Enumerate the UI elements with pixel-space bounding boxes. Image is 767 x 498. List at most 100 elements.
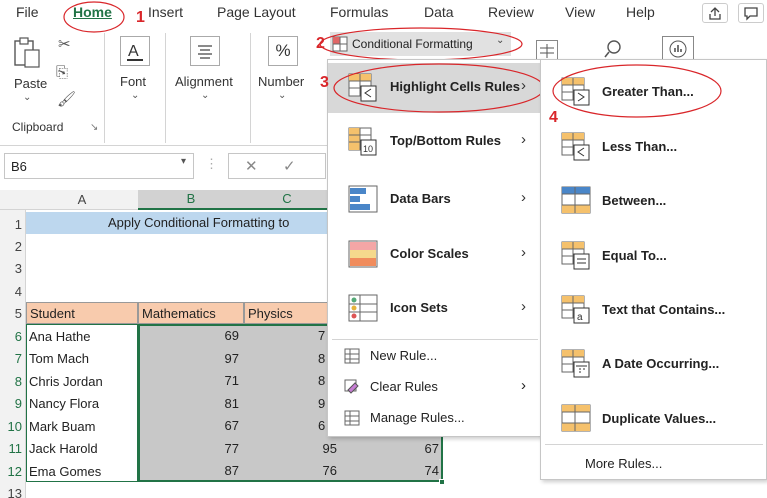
svg-text:10: 10	[363, 144, 373, 154]
icon-sets-item[interactable]: Icon Sets ›	[328, 284, 542, 334]
tab-help[interactable]: Help	[626, 4, 655, 20]
header-cell[interactable]: Mathematics	[138, 302, 244, 324]
math-cell[interactable]: 71	[140, 370, 242, 392]
tab-data[interactable]: Data	[424, 4, 454, 20]
equal-to-item[interactable]: Equal To...	[541, 231, 767, 281]
row-header[interactable]: 9	[0, 393, 26, 415]
percent-icon[interactable]: %	[268, 36, 298, 66]
step-4-label: 4	[549, 109, 558, 126]
student-cell[interactable]: Ana Hathe	[29, 326, 90, 348]
student-cell[interactable]: Nancy Flora	[29, 393, 99, 415]
find-icon[interactable]	[602, 38, 624, 60]
row-header[interactable]: 1	[0, 214, 26, 236]
alignment-group-label[interactable]: Alignment	[175, 74, 233, 89]
between-item[interactable]: Between...	[541, 176, 767, 226]
paste-dropdown-icon[interactable]: ⌄	[23, 92, 31, 103]
row-header[interactable]: 12	[0, 461, 26, 483]
font-group-label[interactable]: Font	[120, 74, 146, 89]
text-contains-label: Text that Contains...	[602, 302, 726, 317]
row-header[interactable]: 3	[0, 258, 26, 280]
row-header[interactable]: 7	[0, 348, 26, 370]
color-scales-item[interactable]: Color Scales ›	[328, 230, 542, 280]
top-bottom-rules-item[interactable]: 10 Top/Bottom Rules ›	[328, 117, 542, 167]
copy-icon[interactable]: ⎘	[56, 64, 68, 81]
student-range: Ana Hathe Tom Mach Chris Jordan Nancy Fl…	[26, 324, 138, 482]
column-header-c[interactable]: C	[244, 190, 330, 210]
alignment-dropdown-icon[interactable]: ⌄	[201, 90, 209, 101]
math-cell[interactable]: 69	[140, 325, 242, 347]
text-contains-item[interactable]: a Text that Contains...	[541, 285, 767, 335]
new-rule-item[interactable]: New Rule...	[328, 341, 542, 371]
tab-page-layout[interactable]: Page Layout	[217, 4, 296, 20]
chevron-right-icon: ›	[521, 377, 526, 394]
math-cell[interactable]: 67	[140, 415, 242, 437]
less-than-icon	[561, 132, 590, 161]
new-rule-label: New Rule...	[370, 348, 438, 363]
less-than-item[interactable]: Less Than...	[541, 122, 767, 172]
format-painter-icon[interactable]: 🖌	[57, 90, 76, 108]
color-scales-icon	[348, 240, 378, 268]
name-box-dropdown-icon[interactable]: ▾	[181, 156, 186, 167]
date-occurring-icon	[561, 349, 590, 378]
row-header[interactable]: 5	[0, 303, 26, 325]
chemistry-cell[interactable]: 67	[340, 438, 442, 460]
share-icon[interactable]	[702, 3, 728, 23]
column-header-b[interactable]: B	[138, 190, 244, 210]
duplicate-values-item[interactable]: Duplicate Values...	[541, 394, 767, 444]
font-dropdown-icon[interactable]: ⌄	[131, 90, 139, 101]
paste-label[interactable]: Paste	[14, 76, 47, 91]
tab-view[interactable]: View	[565, 4, 595, 20]
step-3-label: 3	[320, 74, 329, 91]
alignment-icon[interactable]	[190, 36, 220, 66]
math-cell[interactable]: 87	[140, 460, 242, 482]
tab-file[interactable]: File	[16, 4, 39, 20]
clipboard-launcher-icon[interactable]: ↘	[90, 122, 98, 133]
enter-icon[interactable]: ✓	[283, 157, 296, 175]
clear-rules-label: Clear Rules	[370, 379, 438, 394]
math-cell[interactable]: 81	[140, 393, 242, 415]
student-cell[interactable]: Jack Harold	[29, 438, 98, 460]
more-rules-item[interactable]: More Rules...	[585, 456, 662, 471]
equal-to-icon	[561, 241, 590, 270]
math-cell[interactable]: 97	[140, 348, 242, 370]
number-dropdown-icon[interactable]: ⌄	[278, 90, 286, 101]
column-header-a[interactable]: A	[26, 192, 138, 207]
clear-rules-item[interactable]: Clear Rules ›	[328, 372, 542, 402]
paste-icon[interactable]	[12, 36, 42, 73]
row-header[interactable]: 8	[0, 371, 26, 393]
date-occurring-item[interactable]: A Date Occurring...	[541, 339, 767, 389]
tab-formulas[interactable]: Formulas	[330, 4, 388, 20]
title-cell[interactable]: Apply Conditional Formatting to	[26, 212, 330, 234]
manage-rules-label: Manage Rules...	[370, 410, 465, 425]
tab-review[interactable]: Review	[488, 4, 534, 20]
student-cell[interactable]: Mark Buam	[29, 416, 95, 438]
row-header[interactable]: 6	[0, 326, 26, 348]
fill-handle[interactable]	[439, 479, 445, 485]
header-cell[interactable]: Student	[26, 302, 138, 324]
row-header[interactable]: 10	[0, 416, 26, 438]
font-icon[interactable]: A	[120, 36, 150, 66]
svg-text:a: a	[577, 312, 583, 323]
manage-rules-item[interactable]: Manage Rules...	[328, 403, 542, 433]
student-cell[interactable]: Chris Jordan	[29, 371, 103, 393]
chemistry-cell[interactable]: 74	[340, 460, 442, 482]
row-header[interactable]: 2	[0, 236, 26, 258]
row-header[interactable]: 11	[0, 438, 26, 460]
cancel-icon[interactable]: ✕	[245, 157, 258, 175]
data-bars-item[interactable]: Data Bars ›	[328, 175, 542, 225]
row-header[interactable]: 4	[0, 281, 26, 303]
math-cell[interactable]: 77	[140, 438, 242, 460]
physics-cell[interactable]: 76	[244, 460, 340, 482]
cut-icon[interactable]: ✂	[58, 35, 71, 53]
chevron-right-icon: ›	[521, 131, 526, 148]
name-box[interactable]: B6 ▾	[4, 153, 194, 179]
physics-cell[interactable]: 95	[244, 438, 340, 460]
header-cell[interactable]: Physics	[244, 302, 330, 324]
student-cell[interactable]: Ema Gomes	[29, 461, 101, 483]
row-header[interactable]: 13	[0, 483, 26, 498]
number-group-label[interactable]: Number	[258, 74, 304, 89]
student-cell[interactable]: Tom Mach	[29, 348, 89, 370]
comments-icon[interactable]	[738, 3, 764, 23]
tab-insert[interactable]: Insert	[148, 4, 183, 20]
color-scales-label: Color Scales	[390, 246, 469, 261]
